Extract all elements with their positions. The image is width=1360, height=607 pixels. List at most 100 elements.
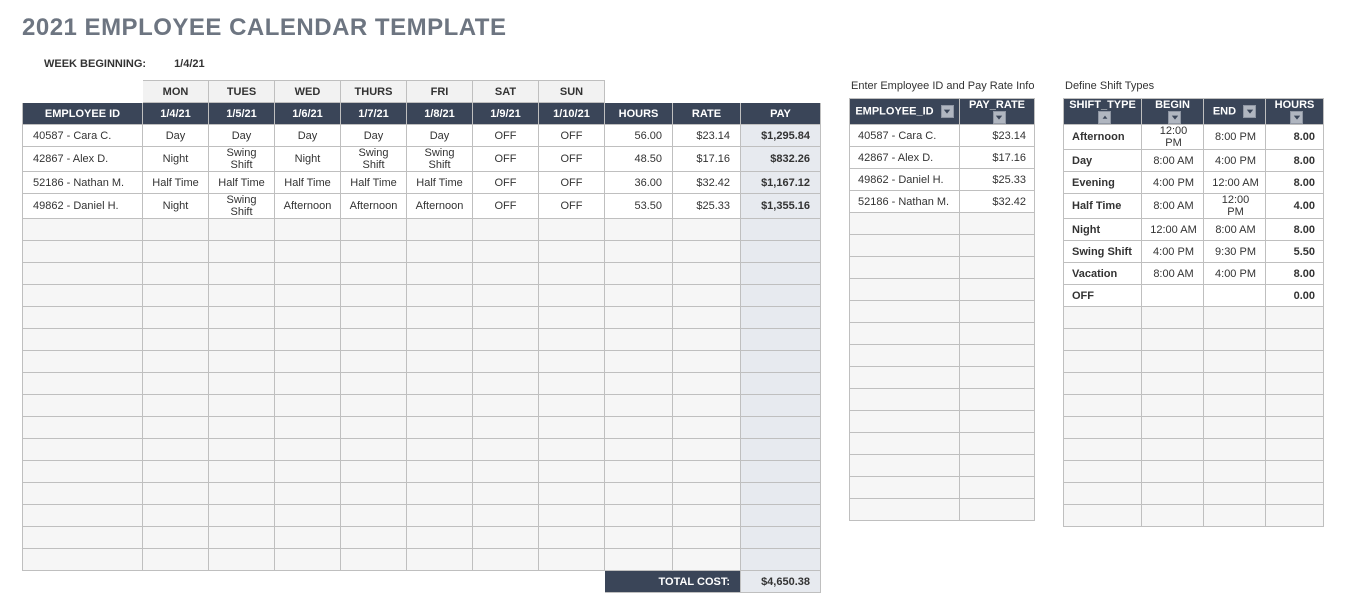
filter-icon[interactable] <box>941 105 954 118</box>
begin-cell[interactable]: 8:00 AM <box>1142 263 1204 285</box>
table-row[interactable] <box>850 301 1035 323</box>
table-row[interactable]: Evening4:00 PM12:00 AM8.00 <box>1064 172 1324 194</box>
shift-cell[interactable]: Night <box>275 147 341 172</box>
end-cell[interactable]: 4:00 PM <box>1204 150 1266 172</box>
table-row[interactable] <box>850 323 1035 345</box>
shift-cell[interactable]: Day <box>209 125 275 147</box>
table-row[interactable]: 52186 - Nathan M.$32.42 <box>850 191 1035 213</box>
table-row[interactable] <box>850 411 1035 433</box>
employee-id-cell[interactable]: 40587 - Cara C. <box>850 125 960 147</box>
table-row[interactable]: 49862 - Daniel H.$25.33 <box>850 169 1035 191</box>
shift-cell[interactable]: OFF <box>473 125 539 147</box>
shift-type-cell[interactable]: Afternoon <box>1064 125 1142 150</box>
table-row[interactable]: 42867 - Alex D.NightSwing ShiftNightSwin… <box>23 147 821 172</box>
shift-type-cell[interactable]: Evening <box>1064 172 1142 194</box>
week-beginning-value[interactable]: 1/4/21 <box>174 58 205 70</box>
table-row[interactable]: Day8:00 AM4:00 PM8.00 <box>1064 150 1324 172</box>
table-row[interactable]: 49862 - Daniel H.NightSwing ShiftAfterno… <box>23 194 821 219</box>
end-cell[interactable]: 8:00 PM <box>1204 125 1266 150</box>
begin-cell[interactable]: 4:00 PM <box>1142 172 1204 194</box>
schedule-table[interactable]: MONTUESWEDTHURSFRISATSUN EMPLOYEE ID 1/4… <box>22 80 821 593</box>
table-row[interactable] <box>23 373 821 395</box>
shift-type-cell[interactable]: Day <box>1064 150 1142 172</box>
filter-icon[interactable] <box>993 111 1006 124</box>
begin-cell[interactable]: 8:00 AM <box>1142 150 1204 172</box>
table-row[interactable] <box>23 241 821 263</box>
table-row[interactable] <box>23 461 821 483</box>
table-row[interactable]: Half Time8:00 AM12:00 PM4.00 <box>1064 194 1324 219</box>
shift-cell[interactable]: OFF <box>473 194 539 219</box>
table-row[interactable] <box>1064 351 1324 373</box>
table-row[interactable]: Afternoon12:00 PM8:00 PM8.00 <box>1064 125 1324 150</box>
shift-cell[interactable]: Swing Shift <box>209 194 275 219</box>
shift-cell[interactable]: Afternoon <box>407 194 473 219</box>
begin-cell[interactable]: 4:00 PM <box>1142 241 1204 263</box>
table-row[interactable] <box>1064 483 1324 505</box>
table-row[interactable] <box>1064 395 1324 417</box>
table-row[interactable]: Vacation8:00 AM4:00 PM8.00 <box>1064 263 1324 285</box>
table-row[interactable] <box>1064 329 1324 351</box>
end-cell[interactable]: 12:00 PM <box>1204 194 1266 219</box>
table-row[interactable] <box>850 499 1035 521</box>
table-row[interactable] <box>23 285 821 307</box>
table-row[interactable] <box>850 367 1035 389</box>
end-cell[interactable]: 8:00 AM <box>1204 219 1266 241</box>
end-cell[interactable] <box>1204 285 1266 307</box>
shift-cell[interactable]: Half Time <box>341 172 407 194</box>
table-row[interactable] <box>23 417 821 439</box>
shift-cell[interactable]: Half Time <box>407 172 473 194</box>
table-row[interactable] <box>23 505 821 527</box>
begin-cell[interactable]: 12:00 PM <box>1142 125 1204 150</box>
shift-cell[interactable]: Swing Shift <box>407 147 473 172</box>
end-cell[interactable]: 4:00 PM <box>1204 263 1266 285</box>
table-row[interactable] <box>23 483 821 505</box>
table-row[interactable] <box>850 257 1035 279</box>
col-hours[interactable]: HOURS <box>1266 99 1324 125</box>
table-row[interactable] <box>850 389 1035 411</box>
table-row[interactable] <box>1064 439 1324 461</box>
end-cell[interactable]: 9:30 PM <box>1204 241 1266 263</box>
employee-cell[interactable]: 42867 - Alex D. <box>23 147 143 172</box>
shift-cell[interactable]: OFF <box>539 172 605 194</box>
table-row[interactable] <box>850 433 1035 455</box>
pay-rate-cell[interactable]: $25.33 <box>960 169 1035 191</box>
table-row[interactable]: Swing Shift4:00 PM9:30 PM5.50 <box>1064 241 1324 263</box>
shift-type-cell[interactable]: Night <box>1064 219 1142 241</box>
col-end[interactable]: END <box>1204 99 1266 125</box>
shift-cell[interactable]: Half Time <box>275 172 341 194</box>
filter-icon[interactable] <box>1290 111 1303 124</box>
shift-cell[interactable]: Half Time <box>143 172 209 194</box>
sort-asc-icon[interactable] <box>1098 111 1111 124</box>
table-row[interactable] <box>1064 505 1324 527</box>
table-row[interactable] <box>23 439 821 461</box>
shift-cell[interactable]: OFF <box>539 194 605 219</box>
filter-icon[interactable] <box>1168 111 1181 124</box>
begin-cell[interactable]: 12:00 AM <box>1142 219 1204 241</box>
table-row[interactable] <box>1064 417 1324 439</box>
table-row[interactable]: 42867 - Alex D.$17.16 <box>850 147 1035 169</box>
col-employee-id-lookup[interactable]: EMPLOYEE_ID <box>850 99 960 125</box>
table-row[interactable] <box>850 279 1035 301</box>
shift-type-cell[interactable]: Vacation <box>1064 263 1142 285</box>
table-row[interactable] <box>23 329 821 351</box>
employee-cell[interactable]: 40587 - Cara C. <box>23 125 143 147</box>
begin-cell[interactable]: 8:00 AM <box>1142 194 1204 219</box>
employee-id-cell[interactable]: 49862 - Daniel H. <box>850 169 960 191</box>
pay-rate-cell[interactable]: $32.42 <box>960 191 1035 213</box>
table-row[interactable] <box>23 527 821 549</box>
table-row[interactable] <box>23 307 821 329</box>
pay-rate-cell[interactable]: $23.14 <box>960 125 1035 147</box>
shift-type-cell[interactable]: Half Time <box>1064 194 1142 219</box>
shift-cell[interactable]: Day <box>407 125 473 147</box>
shift-cell[interactable]: OFF <box>539 147 605 172</box>
table-row[interactable]: Night12:00 AM8:00 AM8.00 <box>1064 219 1324 241</box>
table-row[interactable] <box>23 351 821 373</box>
table-row[interactable] <box>850 345 1035 367</box>
employee-id-cell[interactable]: 52186 - Nathan M. <box>850 191 960 213</box>
shift-cell[interactable]: Day <box>341 125 407 147</box>
shift-cell[interactable]: OFF <box>539 125 605 147</box>
filter-icon[interactable] <box>1243 105 1256 118</box>
shift-cell[interactable]: Swing Shift <box>341 147 407 172</box>
shift-cell[interactable]: Afternoon <box>275 194 341 219</box>
pay-rate-cell[interactable]: $17.16 <box>960 147 1035 169</box>
